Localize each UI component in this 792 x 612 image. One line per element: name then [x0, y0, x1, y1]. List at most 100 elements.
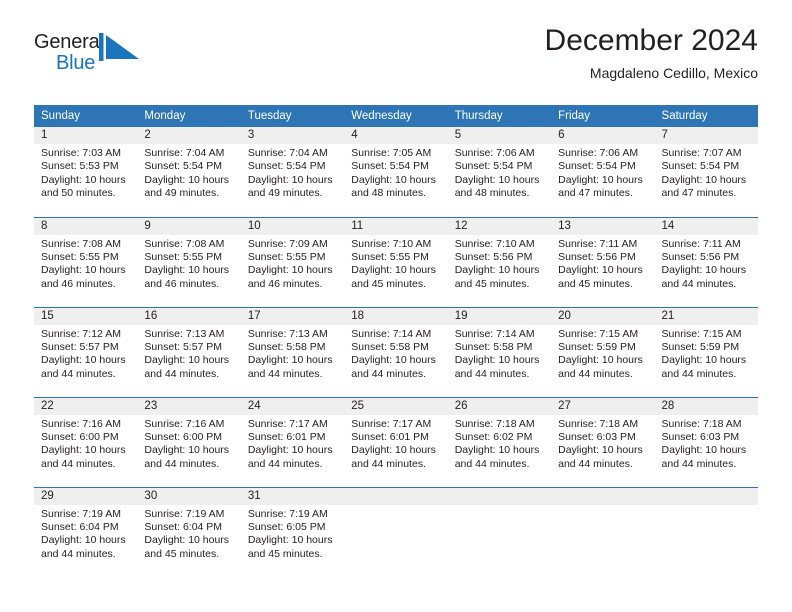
- day-number: 28: [654, 397, 758, 415]
- sunrise-text: Sunrise: 7:05 AM: [351, 147, 432, 159]
- sunrise-text: Sunrise: 7:08 AM: [41, 237, 121, 250]
- calendar-day-cell[interactable]: 17 Sunrise: 7:13 AM Sunset: 5:58 PM Dayligh…: [240, 306, 345, 397]
- calendar-day-cell[interactable]: 21 Sunrise: 7:15 AM Sunset: 5:59 PM Dayligh…: [654, 306, 758, 397]
- sunset-text: Sunset: 6:03 PM: [661, 430, 740, 443]
- sunset-text: Sunset: 5:54 PM: [454, 160, 533, 173]
- sunset-text: Sunset: 6:00 PM: [41, 430, 119, 443]
- daylight-text-line2: and 44 minutes.: [41, 547, 116, 560]
- daylight-text-line2: and 44 minutes.: [558, 367, 633, 380]
- weekday-header-thursday: Thursday: [447, 105, 552, 127]
- daylight-text-line2: and 44 minutes.: [351, 367, 426, 380]
- daylight-text-line2: and 44 minutes.: [144, 457, 220, 470]
- sunset-text: Sunset: 5:59 PM: [661, 340, 740, 353]
- daylight-text-line2: and 44 minutes.: [454, 367, 530, 380]
- daylight-text-line2: and 48 minutes.: [351, 187, 426, 200]
- sunrise-text: Sunrise: 7:15 AM: [558, 327, 639, 340]
- calendar-day-cell[interactable]: 20 Sunrise: 7:15 AM Sunset: 5:59 PM Dayligh…: [551, 306, 655, 397]
- day-details: Sunrise: 7:17 AM Sunset: 6:01 PM Daylight:…: [241, 415, 344, 472]
- calendar-day-cell[interactable]: 19 Sunrise: 7:14 AM Sunset: 5:58 PM Dayligh…: [447, 306, 552, 397]
- daylight-text-line1: Daylight: 10 hours: [247, 354, 333, 367]
- daylight-text-line1: Daylight: 10 hours: [661, 264, 747, 277]
- calendar-day-cell[interactable]: 25 Sunrise: 7:17 AM Sunset: 6:01 PM Dayligh…: [344, 396, 448, 487]
- day-number: 29: [34, 487, 138, 505]
- daylight-text-line2: and 49 minutes.: [247, 187, 323, 200]
- day-number: 7: [654, 127, 758, 144]
- sunrise-text: Sunrise: 7:04 AM: [144, 147, 225, 159]
- sunset-text: Sunset: 6:00 PM: [144, 430, 223, 443]
- calendar-day-cell[interactable]: 15 Sunrise: 7:12 AM Sunset: 5:57 PM Dayligh…: [34, 306, 138, 397]
- calendar-day-cell[interactable]: 24 Sunrise: 7:17 AM Sunset: 6:01 PM Dayligh…: [240, 396, 345, 487]
- sunrise-text: Sunrise: 7:18 AM: [454, 417, 535, 430]
- calendar-day-cell[interactable]: 30 Sunrise: 7:19 AM Sunset: 6:04 PM Dayligh…: [137, 486, 241, 577]
- calendar-day-cell[interactable]: 12 Sunrise: 7:10 AM Sunset: 5:56 PM Dayligh…: [447, 216, 552, 307]
- daylight-text-line1: Daylight: 10 hours: [144, 173, 230, 186]
- calendar-day-cell[interactable]: 10 Sunrise: 7:09 AM Sunset: 5:55 PM Dayligh…: [240, 216, 345, 307]
- calendar-day-cell[interactable]: 4 Sunrise: 7:05 AM Sunset: 5:54 PM Daylight…: [344, 127, 448, 217]
- day-number: 22: [34, 397, 138, 415]
- day-details: Sunrise: 7:13 AM Sunset: 5:58 PM Daylight:…: [241, 325, 344, 382]
- day-details: Sunrise: 7:08 AM Sunset: 5:55 PM Daylight:…: [34, 235, 137, 292]
- sunset-text: Sunset: 5:58 PM: [247, 340, 326, 353]
- calendar-day-cell[interactable]: 2 Sunrise: 7:04 AM Sunset: 5:54 PM Daylight…: [137, 127, 241, 217]
- day-number: 15: [34, 307, 138, 325]
- calendar-day-cell[interactable]: 26 Sunrise: 7:18 AM Sunset: 6:02 PM Dayligh…: [447, 396, 552, 487]
- daylight-text-line2: and 44 minutes.: [247, 457, 323, 470]
- calendar-day-cell[interactable]: 13 Sunrise: 7:11 AM Sunset: 5:56 PM Dayligh…: [551, 216, 655, 307]
- calendar-day-cell[interactable]: 11 Sunrise: 7:10 AM Sunset: 5:55 PM Dayligh…: [344, 216, 448, 307]
- sunset-text: Sunset: 5:54 PM: [558, 160, 636, 173]
- daylight-text-line1: Daylight: 10 hours: [558, 444, 643, 457]
- day-number: 25: [344, 397, 448, 415]
- calendar-day-cell[interactable]: 31 Sunrise: 7:19 AM Sunset: 6:05 PM Dayligh…: [240, 486, 345, 577]
- page-header: General Blue December 2024 Magdaleno Ced…: [0, 0, 792, 81]
- sunrise-text: Sunrise: 7:08 AM: [144, 237, 225, 250]
- daylight-text-line2: and 45 minutes.: [558, 277, 633, 290]
- daylight-text-line2: and 46 minutes.: [247, 277, 323, 290]
- logo-text-general: General: [34, 31, 104, 53]
- calendar-day-cell[interactable]: 8 Sunrise: 7:08 AM Sunset: 5:55 PM Daylight…: [34, 216, 138, 307]
- calendar-day-cell[interactable]: 23 Sunrise: 7:16 AM Sunset: 6:00 PM Dayligh…: [137, 396, 241, 487]
- daylight-text-line1: Daylight: 10 hours: [661, 354, 747, 367]
- calendar-day-cell[interactable]: 1 Sunrise: 7:03 AM Sunset: 5:53 PM Daylight…: [34, 127, 138, 217]
- day-number: 4: [344, 127, 448, 144]
- calendar-day-cell[interactable]: 6 Sunrise: 7:06 AM Sunset: 5:54 PM Daylight…: [551, 127, 655, 217]
- calendar-day-cell[interactable]: 27 Sunrise: 7:18 AM Sunset: 6:03 PM Dayligh…: [551, 396, 655, 487]
- daylight-text-line2: and 50 minutes.: [41, 187, 116, 200]
- daylight-text-line2: and 44 minutes.: [454, 457, 530, 470]
- daylight-text-line2: and 44 minutes.: [41, 367, 116, 380]
- daylight-text-line2: and 44 minutes.: [247, 367, 323, 380]
- calendar-day-cell[interactable]: 5 Sunrise: 7:06 AM Sunset: 5:54 PM Daylight…: [447, 127, 552, 217]
- sunrise-text: Sunrise: 7:14 AM: [454, 327, 535, 340]
- general-blue-logo[interactable]: General Blue: [34, 32, 154, 80]
- daylight-text-line2: and 46 minutes.: [144, 277, 220, 290]
- calendar-day-cell[interactable]: 9 Sunrise: 7:08 AM Sunset: 5:55 PM Daylight…: [137, 216, 241, 307]
- sunrise-text: Sunrise: 7:16 AM: [144, 417, 225, 430]
- daylight-text-line1: Daylight: 10 hours: [41, 354, 126, 367]
- sunset-text: Sunset: 5:58 PM: [454, 340, 533, 353]
- day-number: 30: [137, 487, 241, 505]
- daylight-text-line2: and 44 minutes.: [661, 277, 737, 290]
- daylight-text-line1: Daylight: 10 hours: [558, 354, 643, 367]
- daylight-text-line1: Daylight: 10 hours: [661, 173, 747, 186]
- calendar-day-cell[interactable]: 29 Sunrise: 7:19 AM Sunset: 6:04 PM Dayligh…: [34, 486, 138, 577]
- calendar-day-cell[interactable]: 3 Sunrise: 7:04 AM Sunset: 5:54 PM Daylight…: [240, 127, 345, 217]
- daylight-text-line1: Daylight: 10 hours: [454, 354, 540, 367]
- calendar-day-cell[interactable]: 18 Sunrise: 7:14 AM Sunset: 5:58 PM Dayligh…: [344, 306, 448, 397]
- daylight-text-line2: and 45 minutes.: [144, 547, 220, 560]
- day-details: Sunrise: 7:04 AM Sunset: 5:54 PM Daylight:…: [137, 144, 240, 201]
- sunset-text: Sunset: 6:02 PM: [454, 430, 533, 443]
- day-details: Sunrise: 7:06 AM Sunset: 5:54 PM Daylight:…: [551, 144, 654, 201]
- weekday-header-saturday: Saturday: [654, 105, 758, 127]
- calendar-day-cell[interactable]: 16 Sunrise: 7:13 AM Sunset: 5:57 PM Dayligh…: [137, 306, 241, 397]
- calendar-day-cell[interactable]: 14 Sunrise: 7:11 AM Sunset: 5:56 PM Dayligh…: [654, 216, 758, 307]
- day-details: Sunrise: 7:14 AM Sunset: 5:58 PM Daylight:…: [344, 325, 447, 382]
- calendar-day-cell[interactable]: 22 Sunrise: 7:16 AM Sunset: 6:00 PM Dayligh…: [34, 396, 138, 487]
- calendar-day-cell-empty: [344, 486, 448, 577]
- day-details: Sunrise: 7:19 AM Sunset: 6:05 PM Daylight:…: [241, 505, 344, 562]
- calendar-day-cell[interactable]: 7 Sunrise: 7:07 AM Sunset: 5:54 PM Daylight…: [654, 127, 758, 217]
- daylight-text-line1: Daylight: 10 hours: [144, 444, 230, 457]
- calendar-week-row: 8 Sunrise: 7:08 AM Sunset: 5:55 PM Daylight…: [34, 216, 758, 307]
- calendar-day-cell[interactable]: 28 Sunrise: 7:18 AM Sunset: 6:03 PM Dayligh…: [654, 396, 758, 487]
- calendar-header-row: Sunday Monday Tuesday Wednesday Thursday Frid…: [34, 105, 758, 127]
- sunset-text: Sunset: 5:55 PM: [41, 250, 119, 263]
- day-number: 27: [551, 397, 655, 415]
